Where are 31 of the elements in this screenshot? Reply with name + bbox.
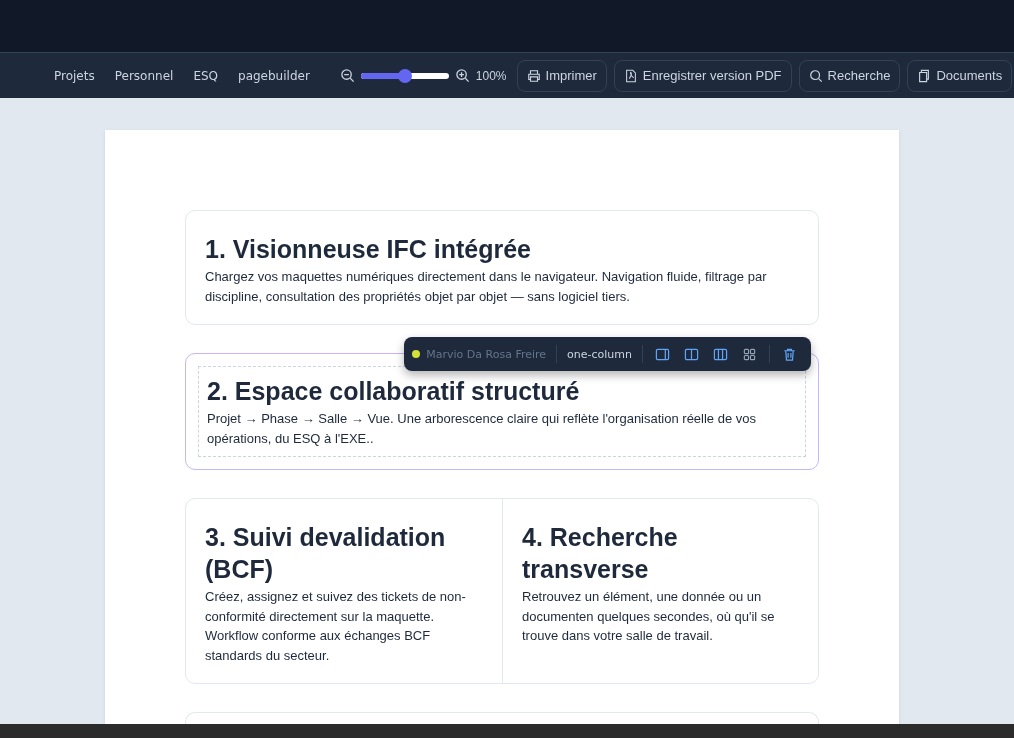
nav-link[interactable]: pagebuilder <box>238 68 310 83</box>
section-heading: 3. Suivi devalidation (BCF) <box>205 522 447 585</box>
zoom-in-icon[interactable] <box>454 68 470 83</box>
sidebar-layout-icon[interactable] <box>655 346 670 362</box>
content-block[interactable] <box>185 210 819 325</box>
zoom-reading: 100% <box>475 68 507 83</box>
search-icon <box>808 68 823 83</box>
section-heading: 2. Espace collaboratif structuré <box>207 376 581 407</box>
nav-link[interactable]: ESQ <box>193 68 219 83</box>
three-column-icon[interactable] <box>713 346 728 362</box>
grid-icon[interactable] <box>742 346 757 362</box>
section-heading: 4. Recherche transverse <box>522 522 679 585</box>
zoom-out-icon[interactable] <box>339 68 355 83</box>
section-text: Retrouvez un élément, une donnée ou un documenten quelques secondes, où qu'il se trouve dans votre salle de travail. <box>522 588 776 645</box>
content-block[interactable] <box>185 498 819 684</box>
section-text: Chargez vos maquettes numériques directement dans le navigateur. Navigation fluide, filtrage par discipline, consultation des propriétés objet par objet — sans logiciel tiers. <box>205 268 768 306</box>
search-button[interactable]: Recherche <box>798 59 901 92</box>
two-column-icon[interactable] <box>684 346 699 362</box>
printer-icon <box>526 68 541 83</box>
documents-button[interactable]: Documents <box>907 59 1013 92</box>
slider-thumb[interactable] <box>397 68 412 83</box>
nav-link[interactable]: Personnel <box>114 68 174 83</box>
nav-link[interactable]: Projets <box>54 68 95 83</box>
trash-icon[interactable] <box>782 346 797 362</box>
pdf-file-icon <box>623 68 638 83</box>
pdf-button[interactable]: Enregistrer version PDF <box>613 59 792 92</box>
documents-icon <box>917 68 932 83</box>
print-button[interactable]: Imprimer <box>516 59 607 92</box>
section-heading: 1. Visionneuse IFC intégrée <box>205 234 533 265</box>
section-text: Créez, assignez et suivez des tickets de non-conformité directement sur la maquette. Workflow conforme aux échanges BCF standards du secteur. <box>205 588 467 665</box>
section-text: Projet → Phase → Salle → Vue. Une arborescence claire qui reflète l'organisation réelle de vos opérations, du ESQ à l'EXE.. <box>207 410 757 448</box>
